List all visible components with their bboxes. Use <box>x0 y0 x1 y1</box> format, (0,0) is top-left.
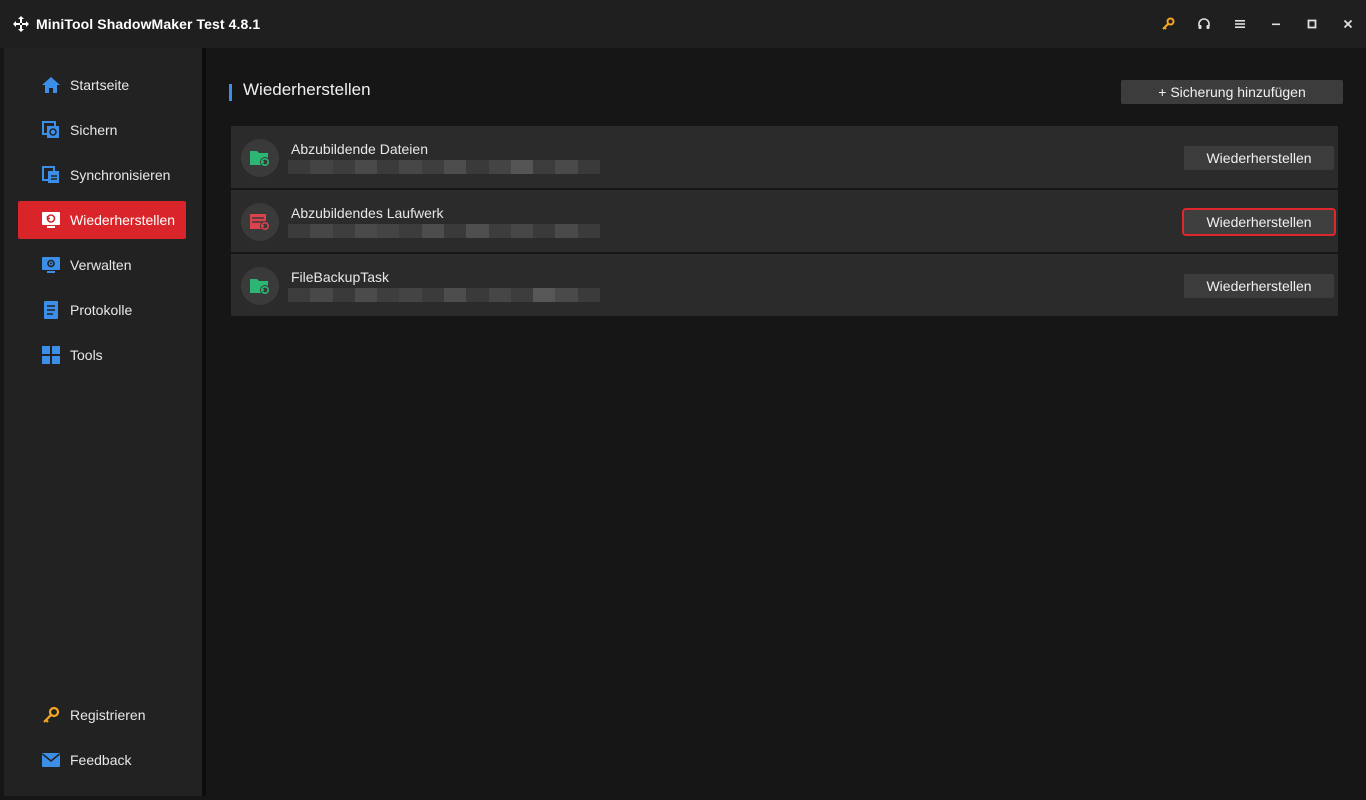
task-name: FileBackupTask <box>291 269 390 285</box>
sidebar-item-label: Startseite <box>70 77 130 93</box>
restore-button[interactable]: Wiederherstellen <box>1182 208 1336 236</box>
sidebar-item-startseite[interactable]: Startseite <box>18 66 186 104</box>
sidebar-item-label: Tools <box>70 347 103 363</box>
home-icon <box>40 74 62 96</box>
menu-icon[interactable] <box>1222 0 1258 48</box>
task-row: FileBackupTask Wiederherstellen <box>231 254 1338 316</box>
sidebar-item-sichern[interactable]: Sichern <box>18 111 186 149</box>
backup-icon <box>40 119 62 141</box>
window-controls <box>1150 0 1366 48</box>
main-content: Wiederherstellen + Sicherung hinzufügen … <box>206 48 1362 796</box>
sidebar-item-label: Protokolle <box>70 302 133 318</box>
sidebar-item-synchronisieren[interactable]: Synchronisieren <box>18 156 186 194</box>
title-accent-bar <box>229 84 232 101</box>
sync-icon <box>40 164 62 186</box>
sidebar-item-tools[interactable]: Tools <box>18 336 186 374</box>
app-title: MiniTool ShadowMaker Test 4.8.1 <box>36 16 261 32</box>
close-icon[interactable] <box>1330 0 1366 48</box>
headset-icon[interactable] <box>1186 0 1222 48</box>
add-backup-button[interactable]: + Sicherung hinzufügen <box>1121 80 1343 104</box>
sidebar-item-label: Registrieren <box>70 707 146 723</box>
sidebar-item-protokolle[interactable]: Protokolle <box>18 291 186 329</box>
sidebar-item-verwalten[interactable]: Verwalten <box>18 246 186 284</box>
red-drive-icon <box>241 203 279 241</box>
task-row: Abzubildendes Laufwerk Wiederherstellen <box>231 190 1338 252</box>
task-name: Abzubildendes Laufwerk <box>291 205 444 221</box>
mail-icon <box>40 749 62 771</box>
sidebar-item-feedback[interactable]: Feedback <box>18 741 186 779</box>
blurred-path <box>288 224 600 238</box>
sidebar-item-registrieren[interactable]: Registrieren <box>18 696 186 734</box>
app-logo-icon <box>12 15 30 33</box>
key-icon[interactable] <box>1150 0 1186 48</box>
green-folder-icon <box>241 139 279 177</box>
restore-button[interactable]: Wiederherstellen <box>1184 274 1334 298</box>
blurred-path <box>288 288 600 302</box>
blurred-path <box>288 160 600 174</box>
manage-icon <box>40 254 62 276</box>
sidebar-item-label: Verwalten <box>70 257 132 273</box>
sidebar: Startseite Sichern Synchronisieren Wiede… <box>4 48 202 796</box>
task-list: Abzubildende Dateien Wiederherstellen Ab… <box>231 126 1338 318</box>
sidebar-item-label: Sichern <box>70 122 118 138</box>
task-name: Abzubildende Dateien <box>291 141 428 157</box>
sidebar-item-label: Feedback <box>70 752 132 768</box>
green-folder-icon <box>241 267 279 305</box>
sidebar-item-wiederherstellen[interactable]: Wiederherstellen <box>18 201 186 239</box>
key-icon <box>40 704 62 726</box>
sidebar-item-label: Synchronisieren <box>70 167 171 183</box>
title-bar: MiniTool ShadowMaker Test 4.8.1 <box>0 0 1366 48</box>
minimize-icon[interactable] <box>1258 0 1294 48</box>
app-window: MiniTool ShadowMaker Test 4.8.1 Startsei… <box>0 0 1366 800</box>
maximize-icon[interactable] <box>1294 0 1330 48</box>
logs-icon <box>40 299 62 321</box>
task-row: Abzubildende Dateien Wiederherstellen <box>231 126 1338 188</box>
tools-icon <box>40 344 62 366</box>
sidebar-item-label: Wiederherstellen <box>70 212 176 228</box>
restore-button[interactable]: Wiederherstellen <box>1184 146 1334 170</box>
page-title: Wiederherstellen <box>243 80 371 99</box>
restore-icon <box>40 209 62 231</box>
